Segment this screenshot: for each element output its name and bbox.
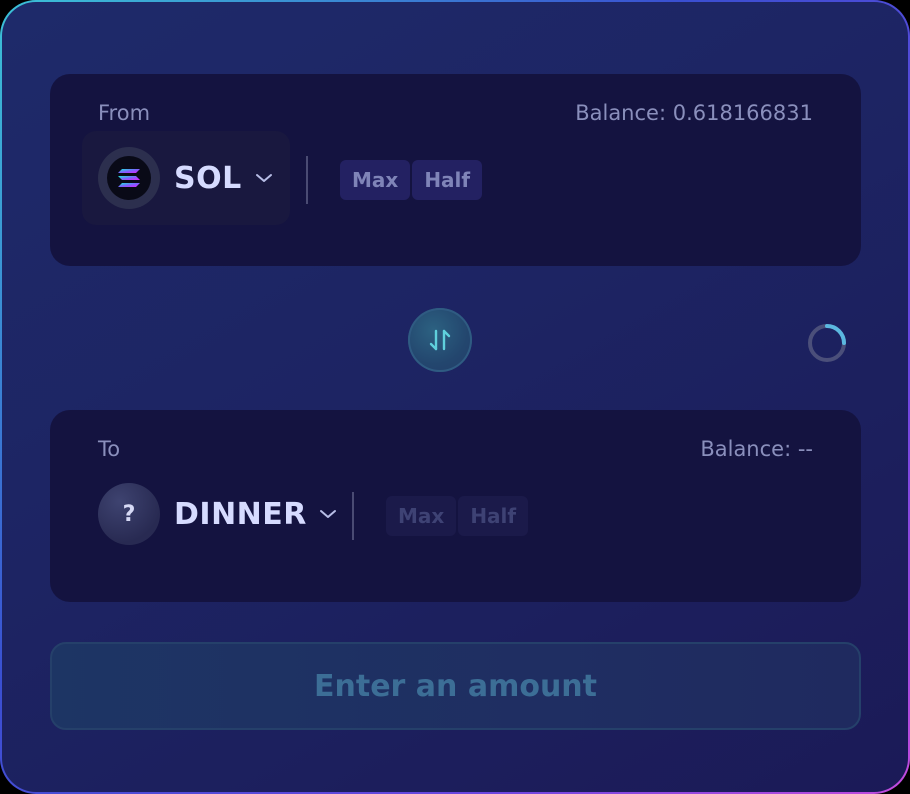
- from-token-box: From Balance: 0.618166831 SOL Max Half: [50, 74, 861, 266]
- to-max-button[interactable]: Max: [386, 496, 457, 536]
- from-quick-buttons: Max Half: [340, 160, 483, 200]
- swap-widget-frame: From Balance: 0.618166831 SOL Max Half T…: [0, 0, 910, 794]
- solana-logo-icon: [98, 147, 160, 209]
- chevron-down-icon: [254, 168, 274, 188]
- from-half-button[interactable]: Half: [412, 160, 483, 200]
- unknown-token-icon: ?: [98, 483, 160, 545]
- to-quick-buttons: Max Half: [386, 496, 529, 536]
- from-balance[interactable]: Balance: 0.618166831: [575, 101, 813, 125]
- swap-direction-icon: [429, 329, 451, 351]
- to-half-button[interactable]: Half: [458, 496, 529, 536]
- chevron-down-icon: [319, 504, 337, 524]
- from-token-selector[interactable]: SOL: [82, 131, 290, 225]
- from-token-symbol: SOL: [174, 160, 242, 196]
- to-label: To: [98, 437, 121, 461]
- to-token-box: To Balance: -- ? DINNER Max Half: [50, 410, 861, 602]
- swap-direction-button[interactable]: [408, 308, 472, 372]
- swap-panel: From Balance: 0.618166831 SOL Max Half T…: [2, 2, 908, 792]
- from-label: From: [98, 101, 151, 125]
- from-max-button[interactable]: Max: [340, 160, 411, 200]
- to-balance: Balance: --: [700, 437, 813, 461]
- to-token-selector[interactable]: ? DINNER: [82, 467, 336, 561]
- loading-spinner-icon: [808, 324, 846, 362]
- to-token-symbol: DINNER: [174, 496, 307, 532]
- enter-amount-button[interactable]: Enter an amount: [50, 642, 861, 730]
- to-divider: [352, 492, 354, 540]
- from-divider: [306, 156, 308, 204]
